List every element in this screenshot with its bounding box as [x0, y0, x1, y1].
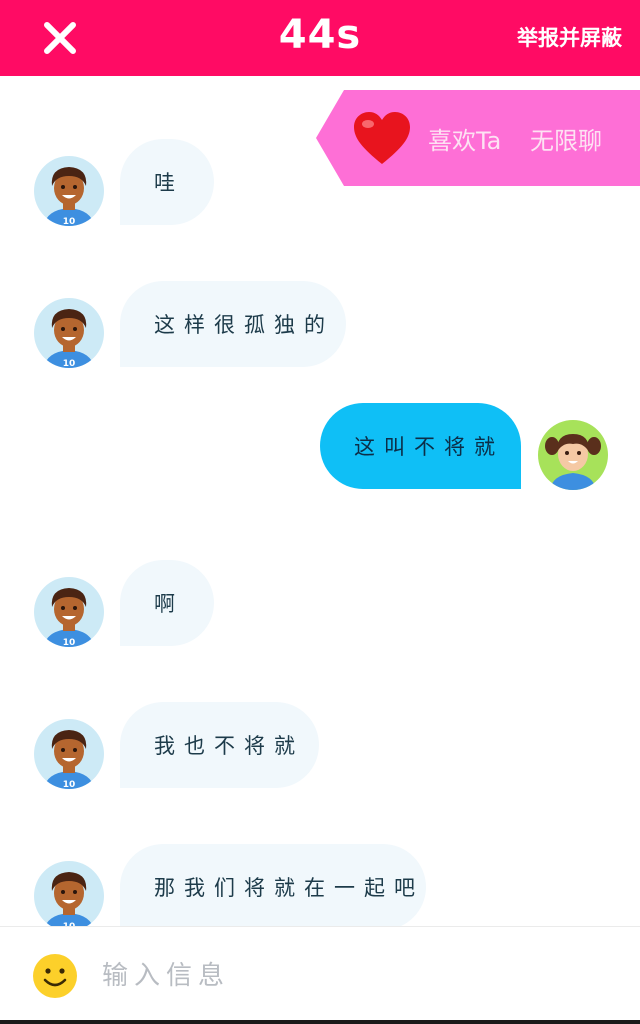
- incoming-message-bubble: 我也不将就: [120, 702, 319, 788]
- partner-avatar[interactable]: [34, 719, 104, 789]
- like-unlimited-chat-banner[interactable]: 喜欢Ta 无限聊: [316, 90, 640, 186]
- unlimited-chat-label: 无限聊: [530, 127, 602, 155]
- incoming-message-bubble: 这样很孤独的: [120, 281, 346, 367]
- top-bar: 44s 举报并屏蔽: [0, 0, 640, 76]
- partner-avatar[interactable]: [34, 861, 104, 931]
- partner-avatar[interactable]: [34, 156, 104, 226]
- boy-avatar-icon: [34, 861, 104, 931]
- boy-avatar-icon: [34, 719, 104, 789]
- heart-icon: [354, 112, 410, 164]
- outgoing-message-bubble: 这叫不将就: [320, 403, 521, 489]
- partner-avatar[interactable]: [34, 298, 104, 368]
- my-avatar[interactable]: [538, 420, 608, 490]
- smiley-icon: [33, 954, 77, 998]
- girl-avatar-icon: [538, 420, 608, 490]
- boy-avatar-icon: [34, 298, 104, 368]
- boy-avatar-icon: [34, 156, 104, 226]
- boy-avatar-icon: [34, 577, 104, 647]
- message-composer: [0, 926, 640, 1024]
- incoming-message-bubble: 哇: [120, 139, 214, 225]
- partner-avatar[interactable]: [34, 577, 104, 647]
- emoji-button[interactable]: [32, 953, 78, 999]
- message-input[interactable]: [102, 949, 602, 1003]
- close-icon: [44, 22, 76, 54]
- report-and-block-button[interactable]: 举报并屏蔽: [517, 22, 622, 52]
- like-label: 喜欢Ta: [428, 127, 502, 155]
- incoming-message-bubble: 啊: [120, 560, 214, 646]
- bottom-edge: [0, 1020, 640, 1024]
- close-button[interactable]: [40, 18, 80, 58]
- incoming-message-bubble: 那我们将就在一起吧: [120, 844, 426, 930]
